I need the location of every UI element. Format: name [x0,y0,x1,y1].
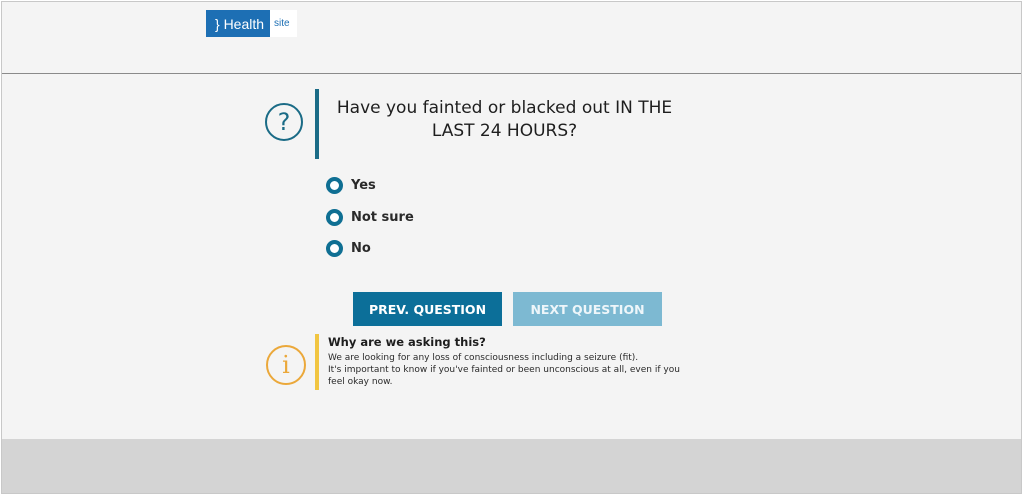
logo-main-text: } Health [206,10,271,37]
radio-button[interactable] [326,240,343,257]
radio-button[interactable] [326,208,343,226]
info-accent-bar [315,334,319,390]
option-label: Yes [351,178,376,193]
prev-question-button[interactable]: PREV. QUESTION [353,292,502,326]
info-icon: i [266,345,306,385]
page-frame: } Health site ? Have you fainted or blac… [1,1,1022,494]
info-text-line-1: We are looking for any loss of conscious… [328,353,639,363]
info-title: Why are we asking this? [328,335,486,349]
option-label: Not sure [351,209,414,225]
info-text-line-2: It's important to know if you've fainted… [328,365,680,387]
info-box: Why are we asking this? We are looking f… [328,335,698,388]
option-label: No [351,241,371,256]
logo-sub-text: site [270,10,297,37]
next-question-button[interactable]: NEXT QUESTION [513,292,662,326]
radio-button[interactable] [326,177,343,194]
answer-options: Yes Not sure No [326,176,414,271]
option-no[interactable]: No [326,239,414,258]
question-text: Have you fainted or blacked out IN THE L… [336,98,673,141]
option-yes[interactable]: Yes [326,176,414,195]
site-footer [2,439,1021,493]
question-accent-bar [315,89,319,159]
site-logo[interactable]: } Health site [206,10,297,37]
option-not-sure[interactable]: Not sure [326,208,414,227]
question-icon: ? [265,103,303,141]
site-header: } Health site [2,2,1021,74]
